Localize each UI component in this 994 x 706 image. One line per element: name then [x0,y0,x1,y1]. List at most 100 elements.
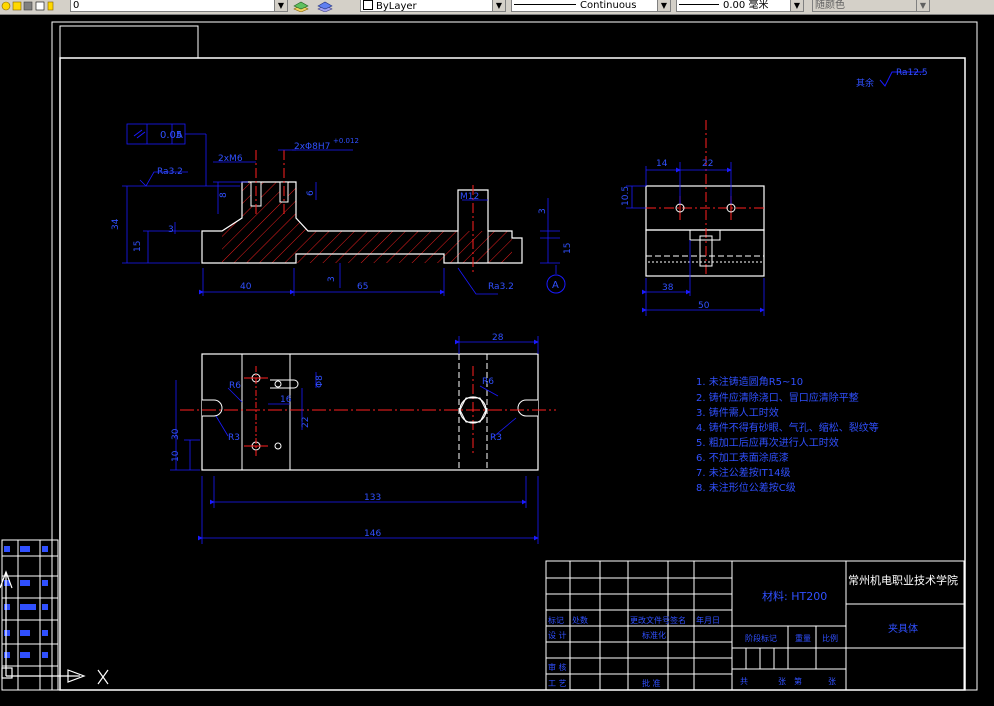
note-6: 6. 不加工表面涂底漆 [696,451,789,464]
svg-text:标记: 标记 [548,615,564,625]
front-view [201,150,523,272]
plotstyle-value: 随颜色 [815,0,845,11]
svg-text:22: 22 [301,417,311,428]
svg-text:8: 8 [219,192,229,198]
note-8: 8. 未注形位公差按C级 [696,481,796,494]
lineweight-combo[interactable]: 0.00 毫米 ▼ [676,0,804,12]
front-view-dimensions [122,123,560,296]
part-name: 夹具体 [888,622,918,635]
svg-text:3: 3 [168,225,174,235]
plan-view-dim-text: 28 30 10 22 Φ8 16 R6 R3 R6 R3 133 146 [171,333,504,539]
layer-combo[interactable]: 0 ▼ [70,0,288,12]
svg-text:第: 第 [794,676,802,686]
datum-a-label: A [552,280,559,291]
svg-text:Φ8: Φ8 [315,375,325,388]
color-combo[interactable]: ByLayer ▼ [360,0,506,12]
side-view [645,120,765,277]
note-1: 1. 未注铸造圆角R5~10 [696,375,803,388]
svg-text:50: 50 [698,301,710,311]
svg-text:年月日: 年月日 [696,615,720,625]
svg-text:工 艺: 工 艺 [548,679,567,688]
drawing-canvas[interactable]: 其余 Ra12.5 34 15 3 8 6 40 65 3 3 15 M12 R… [0,15,994,702]
svg-text:Ra3.2: Ra3.2 [157,167,183,177]
svg-text:A: A [176,130,183,141]
svg-text:R3: R3 [490,433,502,443]
svg-text:R6: R6 [229,381,241,391]
svg-text:审 核: 审 核 [548,662,567,672]
svg-text:40: 40 [240,282,252,292]
ucs-icon [0,570,109,685]
svg-text:R3: R3 [228,433,240,443]
svg-text:张: 张 [828,677,836,686]
svg-text:16: 16 [280,395,292,405]
svg-text:处数: 处数 [572,615,588,625]
svg-text:15: 15 [133,241,143,252]
svg-text:批 准: 批 准 [642,678,661,688]
svg-text:14: 14 [656,159,668,169]
lineweight-value: 0.00 毫米 [723,0,769,11]
svg-text:标准化: 标准化 [642,630,666,640]
roughness-global-value: Ra12.5 [896,68,928,78]
plotstyle-combo: 随颜色 ▼ [812,0,930,12]
make-layer-current-icon[interactable] [292,0,310,13]
linetype-combo[interactable]: Continuous ▼ [511,0,671,12]
svg-text:65: 65 [357,282,368,292]
svg-text:R6: R6 [482,377,494,387]
svg-text:146: 146 [364,529,381,539]
lineweight-sample [679,4,719,5]
svg-text:3: 3 [538,208,548,214]
color-swatch [363,0,373,10]
svg-text:6: 6 [306,190,316,196]
chevron-down-icon[interactable]: ▼ [790,0,803,11]
svg-text:签名: 签名 [670,615,686,625]
plan-view-dimensions [170,336,539,544]
sheet-border [51,21,978,691]
front-view-dim-text: 34 15 3 8 6 40 65 3 3 15 M12 Ra3.2 0.05 … [111,130,573,292]
layer-previous-icon[interactable] [316,0,334,13]
note-4: 4. 铸件不得有砂眼、气孔、缩松、裂纹等 [696,421,879,434]
svg-text:30: 30 [171,428,181,440]
svg-text:15: 15 [563,243,573,254]
properties-toolbar: 0 ▼ ByLayer ▼ Continuous ▼ 0.00 毫米 ▼ 随颜色… [0,0,994,15]
note-5: 5. 粗加工后应再次进行人工时效 [696,436,839,449]
note-3: 3. 铸件需人工时效 [696,406,779,419]
linetype-sample [514,4,576,5]
svg-text:133: 133 [364,493,381,503]
school-name: 常州机电职业技术学院 [848,573,958,587]
layer-value: 0 [73,0,80,11]
svg-text:重量: 重量 [795,633,811,643]
svg-text:M12: M12 [460,192,479,202]
svg-text:更改文件号: 更改文件号 [630,615,670,625]
drawing-frame [59,57,966,691]
svg-text:设 计: 设 计 [548,630,567,640]
note-7: 7. 未注公差按IT14级 [696,466,791,479]
svg-text:2xM6: 2xM6 [218,154,243,164]
svg-text:10.5: 10.5 [621,186,631,206]
svg-text:28: 28 [492,333,504,343]
layer-state-icons[interactable] [0,0,68,12]
svg-text:10: 10 [171,450,181,462]
svg-text:3: 3 [327,276,337,282]
chevron-down-icon: ▼ [916,0,929,11]
svg-text:Ra3.2: Ra3.2 [488,282,514,292]
svg-text:2xΦ8H7: 2xΦ8H7 [294,142,330,152]
plan-view [180,353,556,471]
svg-text:比例: 比例 [822,633,838,643]
svg-text:22: 22 [702,159,713,169]
chevron-down-icon[interactable]: ▼ [657,0,670,11]
svg-text:张: 张 [778,677,786,686]
svg-text:38: 38 [662,283,674,293]
color-value: ByLayer [376,1,417,12]
chevron-down-icon[interactable]: ▼ [492,0,505,11]
note-2: 2. 铸件应清除浇口、冒口应清除平整 [696,391,859,404]
cad-drawing[interactable]: 其余 Ra12.5 34 15 3 8 6 40 65 3 3 15 M12 R… [0,15,994,702]
chevron-down-icon[interactable]: ▼ [274,0,287,11]
roughness-global-label: 其余 [856,77,874,89]
svg-text:34: 34 [111,218,121,230]
side-view-dimensions [626,162,765,316]
technical-notes: 1. 未注铸造圆角R5~10 2. 铸件应清除浇口、冒口应清除平整 3. 铸件需… [696,375,879,494]
svg-text:+0.012: +0.012 [333,137,359,145]
side-view-dim-text: 14 22 10.5 38 50 [621,159,713,311]
material-label: 材料: HT200 [762,589,827,603]
left-panel-marks [4,546,48,658]
